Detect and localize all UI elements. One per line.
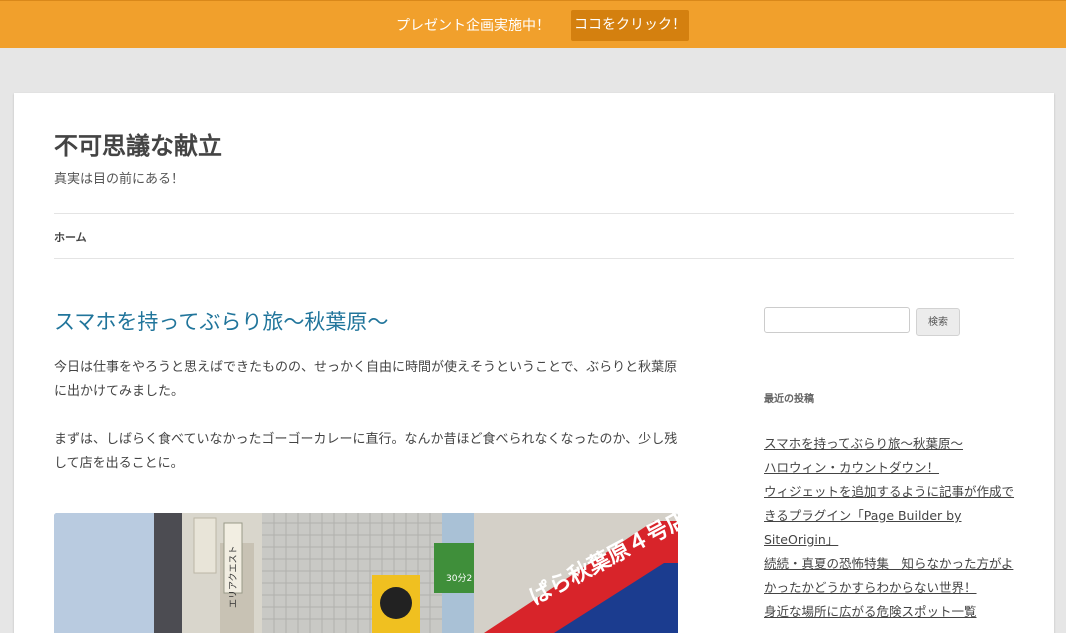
recent-post-link[interactable]: 続続・真夏の恐怖特集 知らなかった方がよかったかどうかすらわからない世界！	[764, 556, 1013, 595]
list-item: ウィジェットを追加するように記事が作成できるプラグイン「Page Builder…	[764, 480, 1014, 552]
page-container: 不可思議な献立 真実は目の前にある！ ホーム スマホを持ってぶらり旅〜秋葉原〜 …	[14, 93, 1054, 633]
nav-item-home[interactable]: ホーム	[54, 229, 87, 245]
recent-posts-list: スマホを持ってぶらり旅〜秋葉原〜 ハロウィン・カウントダウン！ ウィジェットを追…	[764, 432, 1014, 624]
list-item: ハロウィン・カウントダウン！	[764, 456, 1014, 480]
photo-price-text: 30分2	[446, 573, 472, 584]
search-input[interactable]	[764, 307, 910, 333]
post-paragraph: まずは、しばらく食べていなかったゴーゴーカレーに直行。なんか昔ほど食べられなくな…	[54, 432, 678, 471]
akihabara-street-photo: ぱら秋葉原４号店 エリアクエスト 30分2	[54, 513, 678, 633]
photo-sign-text-2: エリアクエスト	[228, 545, 239, 608]
recent-posts-title: 最近の投稿	[764, 394, 814, 405]
search-button[interactable]: 検索	[916, 308, 960, 336]
recent-post-link[interactable]: ハロウィン・カウントダウン！	[764, 460, 939, 475]
list-item: 続続・真夏の恐怖特集 知らなかった方がよかったかどうかすらわからない世界！	[764, 552, 1014, 600]
recent-post-link[interactable]: スマホを持ってぶらり旅〜秋葉原〜	[764, 436, 963, 451]
promo-text: プレゼント企画実施中！	[396, 18, 550, 34]
site-description: 真実は目の前にある！	[54, 172, 185, 187]
promo-cta-button[interactable]: ココをクリック！	[571, 10, 689, 41]
post-image: ぱら秋葉原４号店 エリアクエスト 30分2	[54, 513, 678, 633]
promo-bar: プレゼント企画実施中！ ココをクリック！	[0, 0, 1066, 48]
list-item: 身近な場所に広がる危険スポット一覧	[764, 600, 1014, 624]
list-item: スマホを持ってぶらり旅〜秋葉原〜	[764, 432, 1014, 456]
post-paragraph: 今日は仕事をやろうと思えばできたものの、せっかく自由に時間が使えそうということで…	[54, 360, 678, 399]
site-title[interactable]: 不可思議な献立	[54, 126, 222, 161]
post-title[interactable]: スマホを持ってぶらり旅〜秋葉原〜	[54, 306, 388, 336]
recent-post-link[interactable]: ウィジェットを追加するように記事が作成できるプラグイン「Page Builder…	[764, 484, 1014, 547]
main-nav: ホーム	[54, 213, 1014, 259]
